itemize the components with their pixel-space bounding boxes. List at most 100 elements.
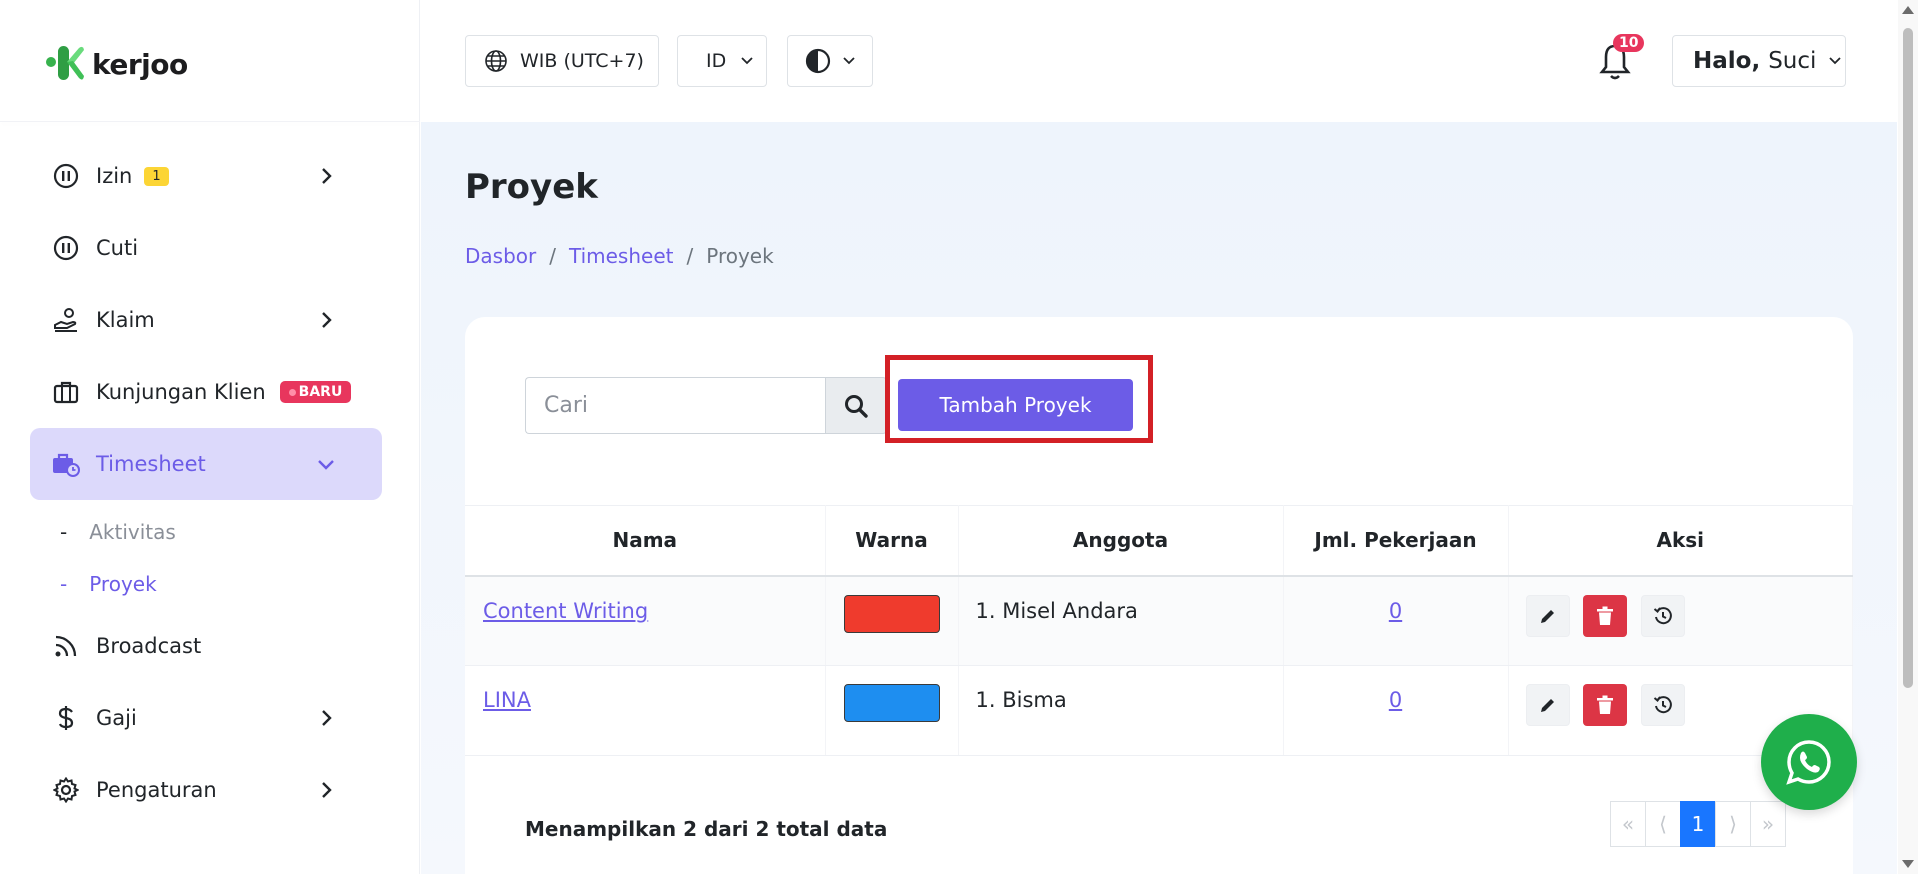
dollar-icon bbox=[52, 704, 80, 732]
table-row: LINA 1. Bisma 0 bbox=[465, 665, 1853, 756]
project-name-link[interactable]: LINA bbox=[483, 688, 531, 712]
sidebar-item-label: Kunjungan Klien bbox=[96, 380, 266, 404]
scroll-down-arrow[interactable] bbox=[1902, 860, 1914, 868]
sidebar-item-label: Broadcast bbox=[96, 634, 202, 658]
kerjoo-logo-icon bbox=[46, 46, 84, 80]
chevron-right-icon bbox=[322, 710, 332, 726]
pagination-first[interactable]: « bbox=[1610, 801, 1646, 847]
izin-count-badge: 1 bbox=[144, 166, 169, 186]
user-name: Suci bbox=[1768, 48, 1817, 74]
sidebar-item-timesheet[interactable]: Timesheet bbox=[30, 428, 382, 500]
project-table: Nama Warna Anggota Jml. Pekerjaan Aksi C… bbox=[465, 505, 1853, 756]
sidebar-item-label: Cuti bbox=[96, 236, 139, 260]
job-count-link[interactable]: 0 bbox=[1389, 599, 1402, 623]
user-menu[interactable]: Halo, Suci bbox=[1672, 35, 1846, 87]
table-row: Content Writing 1. Misel Andara 0 bbox=[465, 575, 1853, 666]
search-input[interactable] bbox=[525, 377, 825, 434]
cell-jml-pekerjaan: 0 bbox=[1283, 575, 1509, 666]
sidebar-item-label: Klaim bbox=[96, 308, 155, 332]
edit-button[interactable] bbox=[1525, 594, 1570, 637]
search-button[interactable] bbox=[825, 377, 887, 434]
breadcrumb-dasbor[interactable]: Dasbor bbox=[465, 244, 536, 268]
sidebar-item-cuti[interactable]: Cuti bbox=[30, 212, 382, 284]
new-badge: BARU bbox=[279, 381, 352, 403]
sidebar-item-label: Pengaturan bbox=[96, 778, 217, 802]
trash-icon bbox=[1597, 695, 1614, 714]
gear-icon bbox=[52, 776, 80, 804]
history-button[interactable] bbox=[1640, 684, 1685, 726]
main-content: Proyek Dasbor / Timesheet / Proyek Tamba… bbox=[421, 122, 1897, 874]
timezone-selector[interactable]: WIB (UTC+7) bbox=[465, 35, 659, 87]
logo-text: kerjoo bbox=[92, 47, 188, 81]
chevron-down-icon bbox=[1829, 57, 1842, 65]
delete-button[interactable] bbox=[1583, 684, 1628, 726]
history-icon bbox=[1653, 606, 1672, 624]
pause-circle-icon bbox=[52, 234, 80, 262]
data-summary: Menampilkan 2 dari 2 total data bbox=[525, 817, 888, 841]
rss-icon bbox=[52, 632, 80, 660]
column-header-jml-pekerjaan[interactable]: Jml. Pekerjaan bbox=[1283, 505, 1509, 577]
sidebar-item-pengaturan[interactable]: Pengaturan bbox=[30, 754, 382, 826]
sidebar-subitem-proyek[interactable]: - Proyek bbox=[30, 558, 382, 610]
chevron-down-icon bbox=[318, 460, 334, 470]
column-header-anggota[interactable]: Anggota bbox=[958, 505, 1284, 577]
chevron-down-icon bbox=[741, 57, 753, 65]
hand-coin-icon bbox=[52, 306, 80, 334]
badge-dot bbox=[288, 388, 296, 396]
sidebar-item-klaim[interactable]: Klaim bbox=[30, 284, 382, 356]
breadcrumb-timesheet[interactable]: Timesheet bbox=[569, 244, 674, 268]
greeting-text: Halo, bbox=[1693, 48, 1761, 74]
cell-warna bbox=[825, 665, 959, 756]
scroll-up-arrow[interactable] bbox=[1902, 6, 1914, 14]
add-project-button[interactable]: Tambah Proyek bbox=[898, 379, 1133, 431]
trash-icon bbox=[1597, 606, 1614, 625]
sidebar-nav: Izin 1 Cuti Klaim Kunjungan Klien BARU T… bbox=[30, 140, 382, 826]
chevron-down-icon bbox=[843, 57, 855, 65]
breadcrumb-separator: / bbox=[549, 244, 556, 268]
breadcrumb: Dasbor / Timesheet / Proyek bbox=[465, 244, 774, 268]
dash-marker: - bbox=[60, 520, 68, 544]
sidebar-subitem-aktivitas[interactable]: - Aktivitas bbox=[30, 506, 382, 558]
scrollbar-thumb[interactable] bbox=[1903, 28, 1913, 688]
project-name-link[interactable]: Content Writing bbox=[483, 599, 648, 623]
sidebar-divider bbox=[0, 121, 420, 122]
sidebar-item-izin[interactable]: Izin 1 bbox=[30, 140, 382, 212]
table-header-row: Nama Warna Anggota Jml. Pekerjaan Aksi bbox=[465, 505, 1853, 577]
notification-count-badge: 10 bbox=[1613, 34, 1645, 52]
sidebar-subitem-label: Aktivitas bbox=[89, 520, 176, 544]
column-header-warna[interactable]: Warna bbox=[825, 505, 959, 577]
pagination-last[interactable]: » bbox=[1750, 801, 1786, 847]
cell-nama: LINA bbox=[465, 665, 826, 756]
pagination-next[interactable]: ⟩ bbox=[1715, 801, 1751, 847]
sidebar-item-gaji[interactable]: Gaji bbox=[30, 682, 382, 754]
column-header-nama[interactable]: Nama bbox=[465, 505, 826, 577]
language-selector[interactable]: ID bbox=[677, 35, 767, 87]
search-icon bbox=[845, 394, 868, 418]
color-swatch bbox=[843, 594, 940, 633]
pagination-prev[interactable]: ⟨ bbox=[1645, 801, 1681, 847]
pause-circle-icon bbox=[52, 162, 80, 190]
pagination-page-1[interactable]: 1 bbox=[1680, 801, 1716, 847]
breadcrumb-separator: / bbox=[686, 244, 694, 268]
edit-button[interactable] bbox=[1525, 684, 1570, 726]
job-count-link[interactable]: 0 bbox=[1389, 688, 1402, 712]
sidebar-subitem-label: Proyek bbox=[89, 572, 157, 596]
theme-toggle[interactable] bbox=[787, 35, 873, 87]
color-swatch bbox=[843, 684, 940, 722]
cell-aksi bbox=[1508, 575, 1853, 666]
sidebar-item-kunjungan-klien[interactable]: Kunjungan Klien BARU bbox=[30, 356, 382, 428]
cell-warna bbox=[825, 575, 959, 666]
cell-jml-pekerjaan: 0 bbox=[1283, 665, 1509, 756]
language-label: ID bbox=[706, 50, 727, 72]
briefcase-clock-icon bbox=[52, 450, 80, 478]
delete-button[interactable] bbox=[1583, 594, 1628, 637]
sidebar-item-broadcast[interactable]: Broadcast bbox=[30, 610, 382, 682]
whatsapp-chat-button[interactable] bbox=[1761, 714, 1857, 810]
search-group bbox=[525, 377, 887, 434]
whatsapp-icon bbox=[1786, 740, 1831, 785]
column-header-aksi: Aksi bbox=[1508, 505, 1853, 577]
sidebar: kerjoo Izin 1 Cuti Klaim Kunjungan Klien… bbox=[0, 0, 420, 874]
history-button[interactable] bbox=[1640, 594, 1685, 637]
chevron-right-icon bbox=[322, 782, 332, 798]
kerjoo-logo[interactable]: kerjoo bbox=[46, 44, 188, 84]
